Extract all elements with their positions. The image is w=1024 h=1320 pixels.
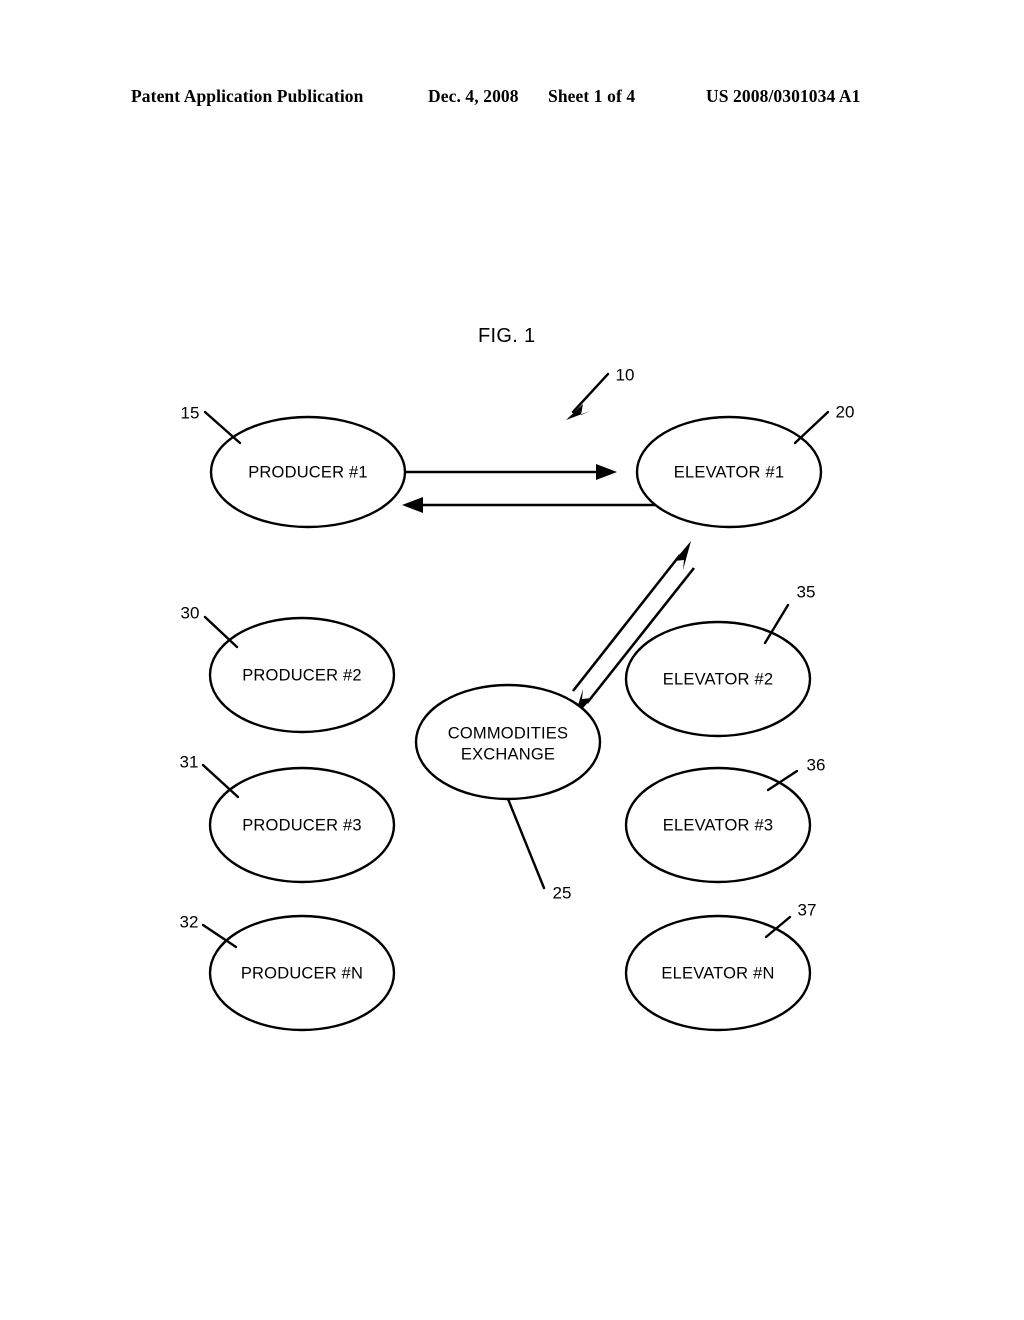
flow-elevator1-to-producer1 xyxy=(402,497,680,513)
ref-label-15: 15 xyxy=(181,403,200,422)
ref-label-10: 10 xyxy=(616,365,635,384)
ref-label-25: 25 xyxy=(553,883,572,902)
ref-label-30: 30 xyxy=(181,603,200,622)
node-producer-n-label: PRODUCER #N xyxy=(241,964,363,982)
node-elevator-1[interactable]: ELEVATOR #1 xyxy=(635,415,823,529)
node-commodities-exchange[interactable]: COMMODITIES EXCHANGE xyxy=(414,683,602,801)
lead-elevator-3: 36 xyxy=(766,755,826,792)
node-elevator-2[interactable]: ELEVATOR #2 xyxy=(624,620,812,738)
node-exchange-label-line2: EXCHANGE xyxy=(461,745,555,763)
ref-label-37: 37 xyxy=(798,900,817,919)
node-producer-2[interactable]: PRODUCER #2 xyxy=(208,616,396,734)
ref-label-32: 32 xyxy=(180,912,199,931)
node-elevator-1-label: ELEVATOR #1 xyxy=(674,463,784,481)
ref-label-20: 20 xyxy=(836,402,855,421)
node-producer-2-label: PRODUCER #2 xyxy=(242,666,362,684)
lead-commodities-exchange: 25 xyxy=(506,797,572,902)
ref-label-35: 35 xyxy=(797,582,816,601)
lead-producer-3: 31 xyxy=(180,752,240,799)
node-producer-n[interactable]: PRODUCER #N xyxy=(208,914,396,1032)
node-producer-1[interactable]: PRODUCER #1 xyxy=(209,415,407,529)
node-elevator-n-label: ELEVATOR #N xyxy=(661,964,774,982)
node-producer-1-label: PRODUCER #1 xyxy=(248,463,368,481)
node-producer-3[interactable]: PRODUCER #3 xyxy=(208,766,396,884)
patent-diagram: 10 PRODUCER #1 15 ELEVATOR #1 20 PRODUCE… xyxy=(180,365,855,1032)
lead-producer-2: 30 xyxy=(181,603,239,649)
node-elevator-3-label: ELEVATOR #3 xyxy=(663,816,773,834)
flow-producer1-to-elevator1 xyxy=(404,464,617,480)
lead-elevator-n: 37 xyxy=(764,900,817,939)
ref-label-31: 31 xyxy=(180,752,199,771)
node-elevator-n[interactable]: ELEVATOR #N xyxy=(624,914,812,1032)
ref-label-36: 36 xyxy=(807,755,826,774)
lead-producer-n: 32 xyxy=(180,912,238,949)
node-elevator-3[interactable]: ELEVATOR #3 xyxy=(624,766,812,884)
node-producer-3-label: PRODUCER #3 xyxy=(242,816,362,834)
figure-canvas: FIG. 1 10 PRODUCER #1 15 ELEVATOR #1 20 … xyxy=(0,0,1024,1320)
node-exchange-label-line1: COMMODITIES xyxy=(448,724,568,742)
lead-elevator-1: 20 xyxy=(793,402,855,445)
system-ref-10: 10 xyxy=(566,365,634,420)
node-elevator-2-label: ELEVATOR #2 xyxy=(663,670,773,688)
